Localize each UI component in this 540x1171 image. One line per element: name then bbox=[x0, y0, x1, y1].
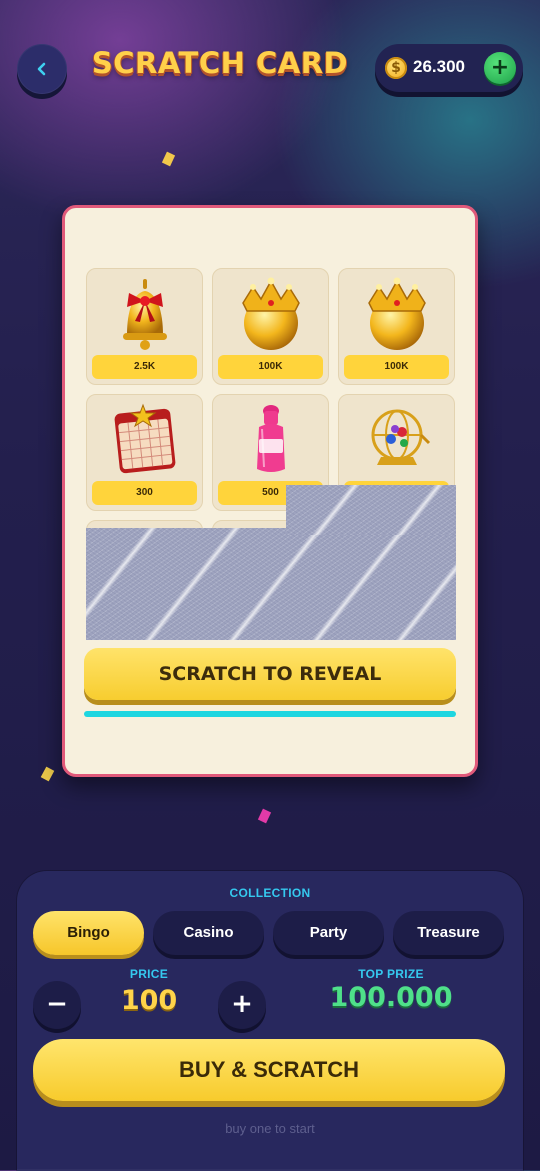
scratch-to-reveal-button[interactable]: SCRATCH TO REVEAL bbox=[84, 648, 456, 700]
buy-and-scratch-button[interactable]: BUY & SCRATCH bbox=[33, 1039, 505, 1101]
tab-casino[interactable]: Casino bbox=[153, 911, 264, 955]
prize-cell: 100K bbox=[212, 268, 329, 385]
prize-label: 100K bbox=[218, 355, 323, 379]
top-prize-label: TOP PRIZE bbox=[358, 967, 424, 981]
scratch-card: 2.5K 100K 100K 300 500 SCRATCH TO REVEAL bbox=[62, 205, 478, 777]
prize-label: 300 bbox=[92, 481, 197, 505]
prize-label: 2.5K bbox=[92, 355, 197, 379]
tab-treasure[interactable]: Treasure bbox=[393, 911, 504, 955]
price-value: 100 bbox=[120, 985, 178, 1016]
balance-value: 26.300 bbox=[413, 57, 465, 76]
confetti-piece bbox=[257, 808, 272, 824]
price-label: PRICE bbox=[129, 967, 169, 981]
prize-cell: 2.5K bbox=[86, 268, 203, 385]
prize-cell: 100K bbox=[338, 268, 455, 385]
bingo-card-icon bbox=[114, 403, 175, 474]
bingo-cage-icon bbox=[371, 409, 430, 465]
coin-icon: $ bbox=[385, 57, 407, 79]
crown-icon bbox=[367, 277, 426, 350]
top-prize-value: 100.000 bbox=[329, 982, 453, 1013]
scratch-surface[interactable] bbox=[86, 528, 456, 640]
confetti-piece bbox=[40, 766, 55, 782]
tab-bingo[interactable]: Bingo bbox=[33, 911, 144, 955]
bell-icon bbox=[122, 279, 167, 350]
increase-price-button[interactable]: + bbox=[218, 981, 266, 1029]
prize-cell: 300 bbox=[86, 394, 203, 511]
hint-text: buy one to start bbox=[225, 1121, 315, 1136]
scratch-progress-bar bbox=[84, 711, 456, 717]
tab-party[interactable]: Party bbox=[273, 911, 384, 955]
balance-pill: $ 26.300 + bbox=[375, 44, 523, 92]
prize-label: 100K bbox=[344, 355, 449, 379]
chevron-left-icon bbox=[37, 62, 46, 76]
scratch-surface[interactable] bbox=[286, 485, 456, 535]
collection-label: COLLECTION bbox=[229, 886, 311, 900]
crown-icon bbox=[241, 277, 300, 350]
back-button[interactable] bbox=[17, 44, 67, 94]
decrease-price-button[interactable]: − bbox=[33, 981, 81, 1029]
page-title: SCRATCH CARD bbox=[91, 46, 349, 80]
dauber-marker-icon bbox=[256, 405, 285, 472]
add-coins-button[interactable]: + bbox=[484, 52, 516, 84]
control-panel: COLLECTION Bingo Casino Party Treasure P… bbox=[17, 871, 523, 1171]
confetti-piece bbox=[161, 151, 176, 167]
